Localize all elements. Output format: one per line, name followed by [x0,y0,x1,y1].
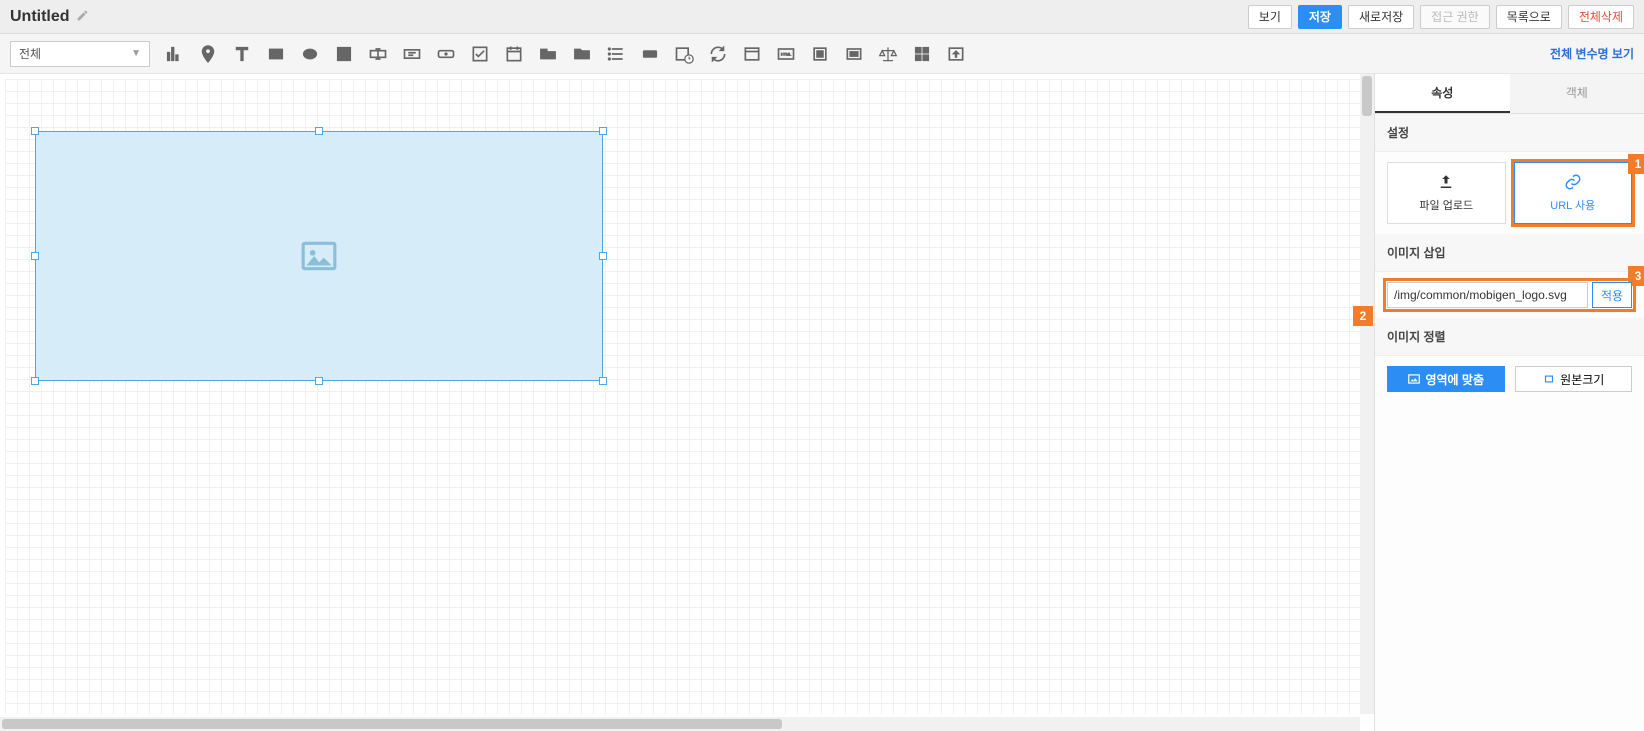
save-as-button[interactable]: 새로저장 [1348,5,1414,29]
pencil-icon[interactable] [76,9,89,25]
iframe-icon[interactable] [844,44,864,64]
resize-handle[interactable] [31,377,39,385]
toolbar-left: 전체 ▼ TAG HTML [10,41,966,67]
window-icon[interactable] [742,44,762,64]
tab-properties[interactable]: 속성 [1375,74,1510,113]
align-label: 영역에 맞춤 [1425,371,1484,388]
canvas-wrap [0,74,1374,731]
align-fit-button[interactable]: 영역에 맞춤 [1387,366,1505,392]
svg-text:HTML: HTML [781,52,791,56]
tile-file-upload[interactable]: 파일 업로드 [1387,162,1506,224]
svg-text:TAG: TAG [646,51,654,56]
dropdown-label: 전체 [19,45,41,62]
resize-handle[interactable] [599,127,607,135]
delete-all-button[interactable]: 전체삭제 [1568,5,1634,29]
vertical-scrollbar[interactable] [1360,74,1374,714]
ellipse-icon[interactable] [300,44,320,64]
input-icon[interactable] [368,44,388,64]
chevron-down-icon: ▼ [131,48,141,59]
original-icon [1542,372,1556,386]
refresh-icon[interactable] [708,44,728,64]
list-icon[interactable] [606,44,626,64]
grid-icon[interactable] [912,44,932,64]
save-button[interactable]: 저장 [1298,5,1342,29]
resize-handle[interactable] [315,127,323,135]
tile-label: 파일 업로드 [1419,197,1473,213]
horizontal-scrollbar[interactable] [0,717,1360,731]
apply-button[interactable]: 적용 [1592,282,1632,308]
button-icon[interactable] [436,44,456,64]
tabs-icon[interactable] [538,44,558,64]
text-icon[interactable] [232,44,252,64]
tab-objects[interactable]: 객체 [1510,74,1644,113]
align-label: 원본크기 [1560,371,1604,388]
canvas[interactable] [5,79,1374,714]
list-button[interactable]: 목록으로 [1496,5,1562,29]
upload-icon [1437,173,1455,191]
section-align: 이미지 정렬 [1375,318,1644,356]
properties-panel: 속성 객체 1 2 3 설정 파일 업로드 URL 사용 이미지 삽입 [1374,74,1644,731]
section-settings: 설정 [1375,114,1644,152]
balance-icon[interactable] [878,44,898,64]
image-placeholder-icon [295,237,343,275]
bar-chart-icon[interactable] [164,44,184,64]
align-row: 영역에 맞춤 원본크기 [1375,356,1644,402]
scope-dropdown[interactable]: 전체 ▼ [10,41,150,67]
datepicker-icon[interactable] [504,44,524,64]
section-insert: 이미지 삽입 [1375,234,1644,272]
access-button: 접근 권한 [1420,5,1490,29]
header-buttons: 보기 저장 새로저장 접근 권한 목록으로 전체삭제 [1248,5,1634,29]
document-title: Untitled [10,8,70,26]
resize-handle[interactable] [599,377,607,385]
fit-icon [1407,372,1421,386]
callout-2: 2 [1353,306,1373,326]
rectangle-icon[interactable] [266,44,286,64]
resize-handle[interactable] [31,127,39,135]
map-pin-icon[interactable] [198,44,218,64]
url-row: 적용 [1375,272,1644,318]
tag-icon[interactable]: TAG [640,44,660,64]
callout-1: 1 [1628,154,1644,174]
image-url-input[interactable] [1387,282,1588,308]
resize-handle[interactable] [599,252,607,260]
panel-tabs: 속성 객체 [1375,74,1644,114]
title-wrap: Untitled [10,8,89,26]
main-area: 속성 객체 1 2 3 설정 파일 업로드 URL 사용 이미지 삽입 [0,74,1644,731]
textbox-icon[interactable] [402,44,422,64]
link-icon [1564,173,1582,191]
checkbox-icon[interactable] [470,44,490,64]
html-icon[interactable]: HTML [776,44,796,64]
upload-icon[interactable] [946,44,966,64]
view-button[interactable]: 보기 [1248,5,1292,29]
resize-handle[interactable] [315,377,323,385]
selected-image-element[interactable] [35,131,603,381]
resize-handle[interactable] [31,252,39,260]
tile-url[interactable]: URL 사용 [1514,162,1633,224]
toolbar: 전체 ▼ TAG HTML 전체 변수명 보기 [0,34,1644,74]
image-icon[interactable] [334,44,354,64]
header-bar: Untitled 보기 저장 새로저장 접근 권한 목록으로 전체삭제 [0,0,1644,34]
folder-icon[interactable] [572,44,592,64]
frame-icon[interactable] [810,44,830,64]
align-original-button[interactable]: 원본크기 [1515,366,1633,392]
tile-label: URL 사용 [1550,197,1595,213]
source-tiles: 파일 업로드 URL 사용 [1375,152,1644,234]
show-variables-link[interactable]: 전체 변수명 보기 [1550,45,1634,62]
panel-body: 1 2 3 설정 파일 업로드 URL 사용 이미지 삽입 적용 이미 [1375,114,1644,402]
calendar-clock-icon[interactable] [674,44,694,64]
